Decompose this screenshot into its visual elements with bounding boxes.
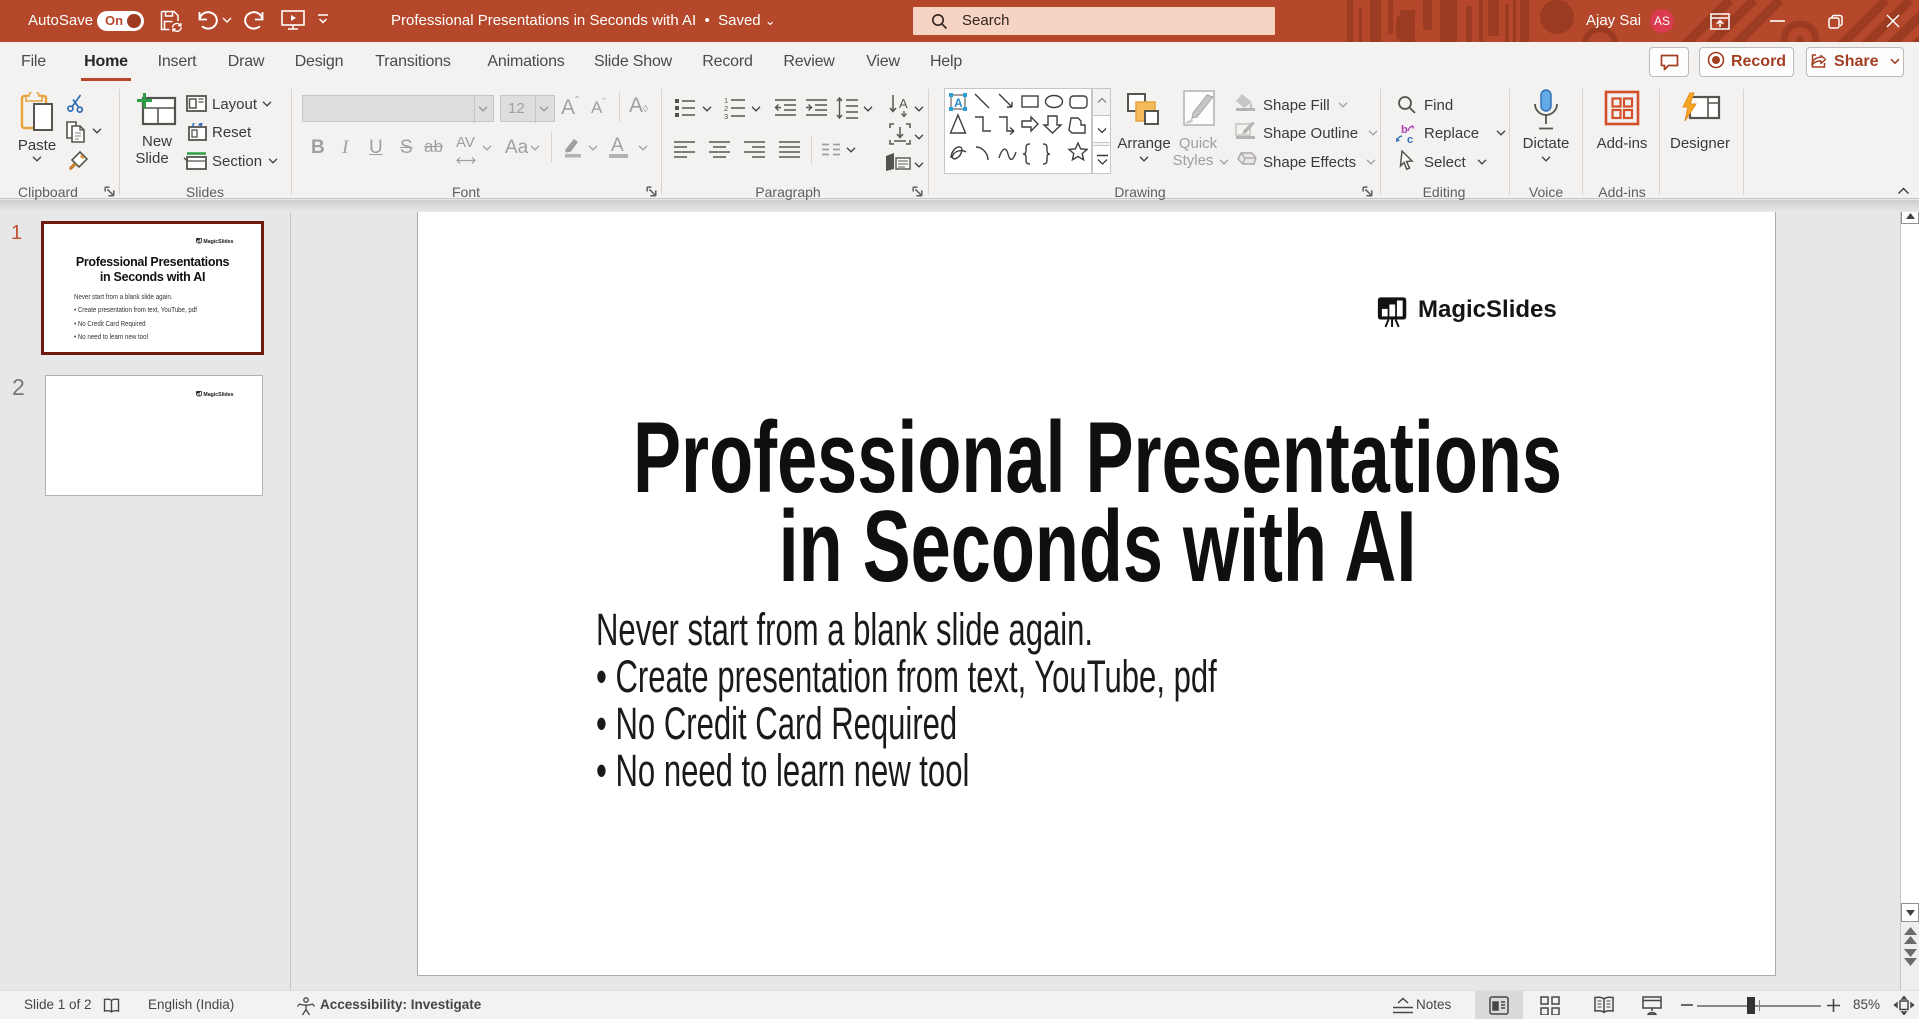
svg-text:c: c bbox=[1407, 134, 1413, 145]
svg-text:A: A bbox=[954, 96, 963, 110]
svg-text:A: A bbox=[899, 96, 908, 111]
svg-text:3: 3 bbox=[724, 112, 728, 120]
